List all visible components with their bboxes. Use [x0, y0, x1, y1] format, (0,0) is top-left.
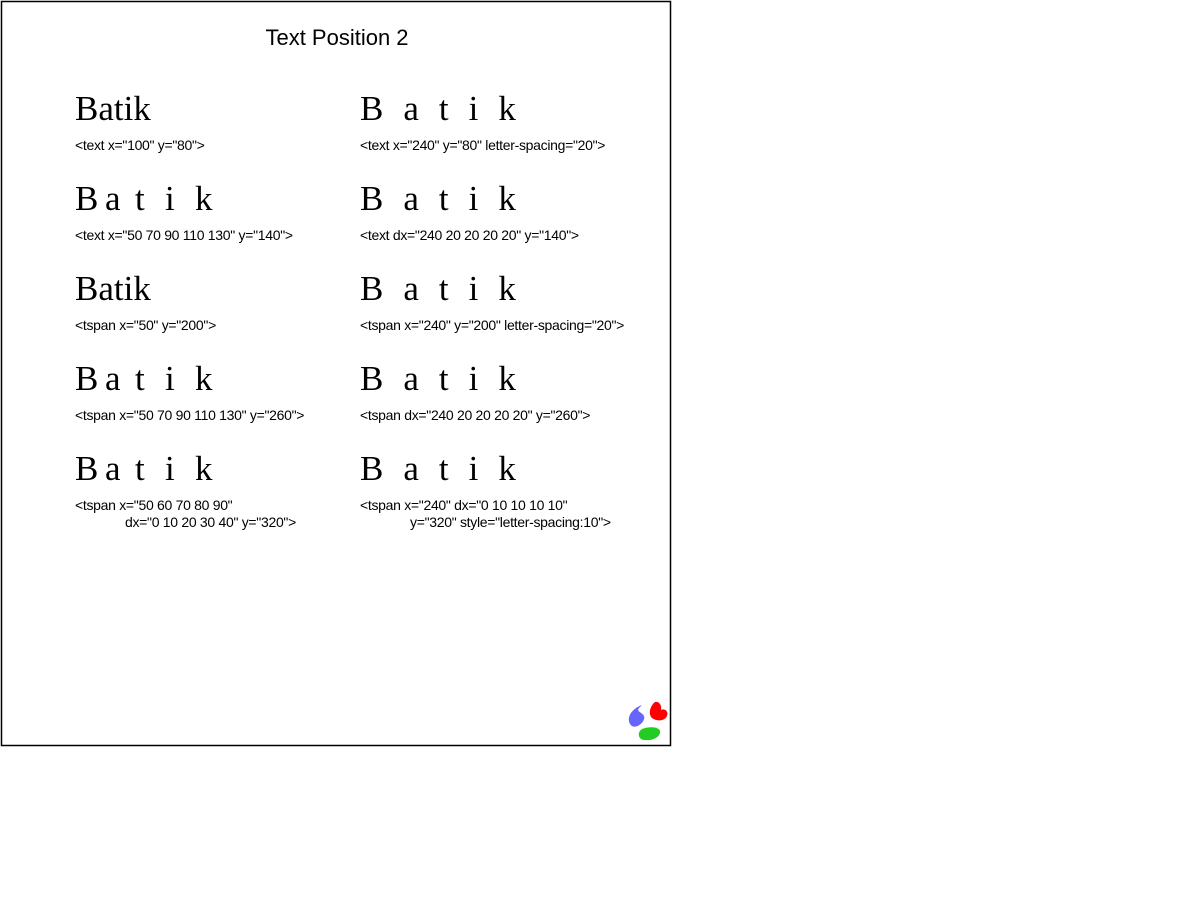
caption-line: <tspan x="50 70 90 110 130" y="260">: [75, 407, 304, 423]
caption: <tspan dx="240 20 20 20 20" y="260">: [360, 407, 590, 423]
caption-line: <text x="100" y="80">: [75, 137, 205, 153]
caption-line: <tspan x="240" dx="0 10 10 10 10": [360, 497, 568, 513]
caption-line: y="320" style="letter-spacing:10">: [410, 514, 611, 530]
caption: <text x="240" y="80" letter-spacing="20"…: [360, 137, 605, 153]
caption: <tspan x="50" y="200">: [75, 317, 216, 333]
caption-line: <text dx="240 20 20 20 20" y="140">: [360, 227, 579, 243]
page-title: Text Position 2: [265, 25, 408, 50]
caption-line: <tspan x="240" y="200" letter-spacing="2…: [360, 317, 624, 333]
caption-line: <text x="240" y="80" letter-spacing="20"…: [360, 137, 605, 153]
demo-word: Batik: [360, 89, 536, 128]
caption-line: <tspan x="50 60 70 80 90": [75, 497, 233, 513]
caption-line: <tspan x="50" y="200">: [75, 317, 216, 333]
caption: <tspan x="50 70 90 110 130" y="260">: [75, 407, 304, 423]
caption: <text x="100" y="80">: [75, 137, 205, 153]
caption-line: <text x="50 70 90 110 130" y="140">: [75, 227, 293, 243]
caption: <text dx="240 20 20 20 20" y="140">: [360, 227, 579, 243]
caption-line: <tspan dx="240 20 20 20 20" y="260">: [360, 407, 590, 423]
demo-word: Batik: [360, 269, 536, 308]
demo-word: Batik: [75, 89, 151, 128]
demo-word: Batik: [75, 269, 151, 308]
caption: <text x="50 70 90 110 130" y="140">: [75, 227, 293, 243]
caption: <tspan x="240" y="200" letter-spacing="2…: [360, 317, 624, 333]
test-canvas: Text Position 2 Batik <text x="100" y="8…: [0, 0, 672, 747]
demo-word: Batik: [360, 449, 536, 488]
caption-line: dx="0 10 20 30 40" y="320">: [125, 514, 296, 530]
